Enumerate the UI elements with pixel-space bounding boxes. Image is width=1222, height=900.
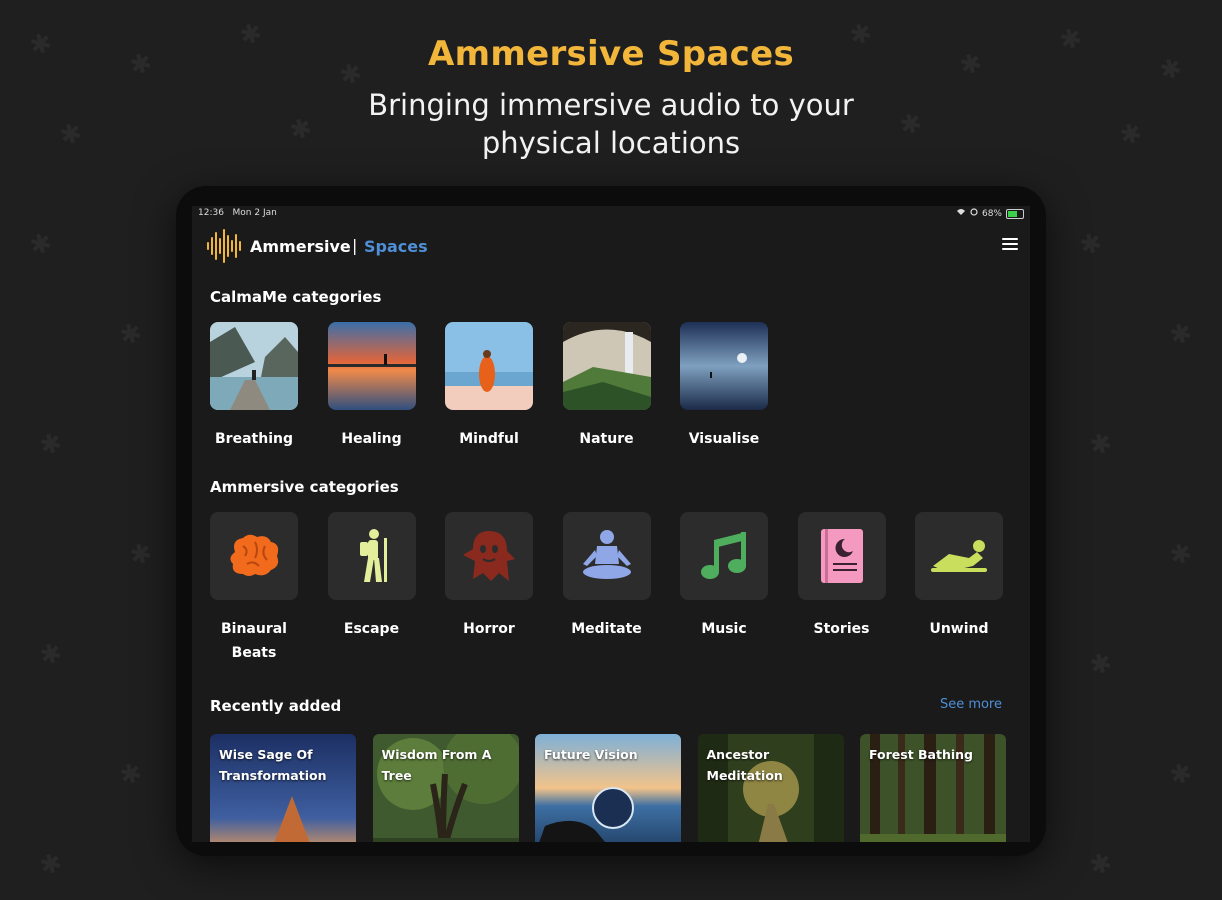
card-title: Wise Sage Of Transformation bbox=[219, 747, 327, 783]
category-horror[interactable]: Horror bbox=[445, 512, 533, 665]
breathing-thumbnail bbox=[210, 322, 298, 410]
brand-separator: | bbox=[352, 236, 358, 255]
mindful-thumbnail bbox=[445, 322, 533, 410]
category-label: Breathing bbox=[215, 431, 293, 447]
card-title: Wisdom From A Tree bbox=[381, 747, 492, 783]
brand-section: Spaces bbox=[364, 237, 428, 256]
see-more-link[interactable]: See more bbox=[940, 697, 1002, 712]
music-note-icon bbox=[701, 532, 746, 579]
recent-card[interactable]: Ancestor Meditation bbox=[697, 734, 844, 842]
calmame-category-row: Breathing Healing Mindful Nature Visuali… bbox=[210, 322, 798, 451]
music-tile bbox=[680, 512, 768, 600]
label-line-1: Unwind bbox=[929, 621, 989, 637]
hero-subtitle: Bringing immersive audio to your physica… bbox=[0, 86, 1222, 162]
card-title: Ancestor Meditation bbox=[706, 747, 783, 783]
hero-title: Ammersive Spaces bbox=[428, 34, 794, 74]
label-line-1: Music bbox=[701, 621, 747, 637]
category-label: Escape bbox=[328, 617, 416, 641]
category-mindful[interactable]: Mindful bbox=[445, 322, 533, 451]
ammersive-category-row: Binaural Beats Escape Horror Meditate Mu… bbox=[210, 512, 1030, 665]
escape-tile bbox=[327, 512, 416, 600]
hero-subtitle-line-1: Bringing immersive audio to your bbox=[368, 88, 854, 122]
status-time: 12:36 bbox=[198, 208, 224, 218]
app-screen: 12:36 Mon 2 Jan 68% Ammersive | Spaces C… bbox=[192, 206, 1030, 842]
location-icon bbox=[970, 208, 978, 219]
healing-thumbnail bbox=[327, 322, 416, 410]
brain-icon bbox=[230, 534, 279, 576]
category-label: Binaural Beats bbox=[210, 617, 298, 665]
unwind-tile bbox=[915, 512, 1003, 600]
hiker-icon bbox=[359, 529, 387, 582]
category-meditate[interactable]: Meditate bbox=[562, 512, 651, 665]
label-line-1: Horror bbox=[463, 621, 515, 637]
category-label: Mindful bbox=[459, 431, 519, 447]
status-bar: 12:36 Mon 2 Jan 68% bbox=[198, 208, 1024, 222]
relax-icon bbox=[931, 540, 987, 572]
status-date: Mon 2 Jan bbox=[232, 208, 277, 218]
visualise-thumbnail bbox=[680, 322, 768, 410]
category-label: Healing bbox=[341, 431, 402, 447]
status-right: 68% bbox=[956, 208, 1024, 219]
category-binaural-beats[interactable]: Binaural Beats bbox=[210, 512, 298, 665]
label-line-1: Binaural bbox=[220, 621, 287, 637]
meditate-tile bbox=[562, 512, 651, 600]
category-label: Horror bbox=[445, 617, 533, 641]
wifi-icon bbox=[956, 208, 966, 219]
recent-card[interactable]: Forest Bathing bbox=[860, 734, 1006, 842]
label-line-1: Stories bbox=[813, 621, 870, 637]
category-label: Music bbox=[680, 617, 768, 641]
category-escape[interactable]: Escape bbox=[327, 512, 416, 665]
label-line-1: Meditate bbox=[571, 621, 642, 637]
card-title: Forest Bathing bbox=[869, 747, 973, 762]
nature-thumbnail bbox=[562, 322, 651, 410]
ammersive-section-title: Ammersive categories bbox=[210, 478, 399, 496]
category-healing[interactable]: Healing bbox=[327, 322, 416, 451]
category-visualise[interactable]: Visualise bbox=[680, 322, 768, 451]
status-left: 12:36 Mon 2 Jan bbox=[198, 208, 277, 218]
category-label: Nature bbox=[579, 431, 634, 447]
category-breathing[interactable]: Breathing bbox=[210, 322, 298, 451]
tablet-frame: 12:36 Mon 2 Jan 68% Ammersive | Spaces C… bbox=[176, 186, 1046, 856]
category-stories[interactable]: Stories bbox=[797, 512, 886, 665]
category-label: Meditate bbox=[563, 617, 651, 641]
battery-icon bbox=[1006, 208, 1024, 219]
stories-tile bbox=[797, 512, 886, 600]
soundwave-logo-icon bbox=[206, 228, 246, 264]
recent-card[interactable]: Wisdom From A Tree bbox=[372, 734, 519, 842]
hero-subtitle-line-2: physical locations bbox=[481, 126, 741, 160]
recent-row: Wise Sage Of Transformation Wisdom From … bbox=[210, 734, 1023, 842]
meditate-icon bbox=[582, 530, 631, 579]
recent-card[interactable]: Wise Sage Of Transformation bbox=[210, 734, 356, 842]
horror-tile bbox=[445, 512, 533, 600]
label-line-2: Beats bbox=[231, 645, 277, 661]
battery-percent: 68% bbox=[981, 208, 1002, 219]
brand-name: Ammersive bbox=[250, 237, 351, 256]
card-title: Future Vision bbox=[544, 747, 638, 762]
calmame-section-title: CalmaMe categories bbox=[210, 288, 382, 306]
category-label: Visualise bbox=[688, 431, 760, 447]
app-header: Ammersive | Spaces bbox=[204, 228, 1018, 264]
category-nature[interactable]: Nature bbox=[562, 322, 651, 451]
ghost-icon bbox=[463, 531, 515, 581]
category-label: Stories bbox=[798, 617, 886, 641]
binaural-tile bbox=[210, 512, 298, 600]
category-unwind[interactable]: Unwind bbox=[915, 512, 1003, 665]
storybook-icon bbox=[820, 529, 863, 583]
category-label: Unwind bbox=[915, 617, 1003, 641]
recent-card[interactable]: Future Vision bbox=[535, 734, 681, 842]
category-music[interactable]: Music bbox=[680, 512, 768, 665]
hamburger-menu-icon[interactable] bbox=[1002, 238, 1018, 252]
label-line-1: Escape bbox=[343, 621, 400, 637]
recent-section-title: Recently added bbox=[210, 697, 342, 715]
